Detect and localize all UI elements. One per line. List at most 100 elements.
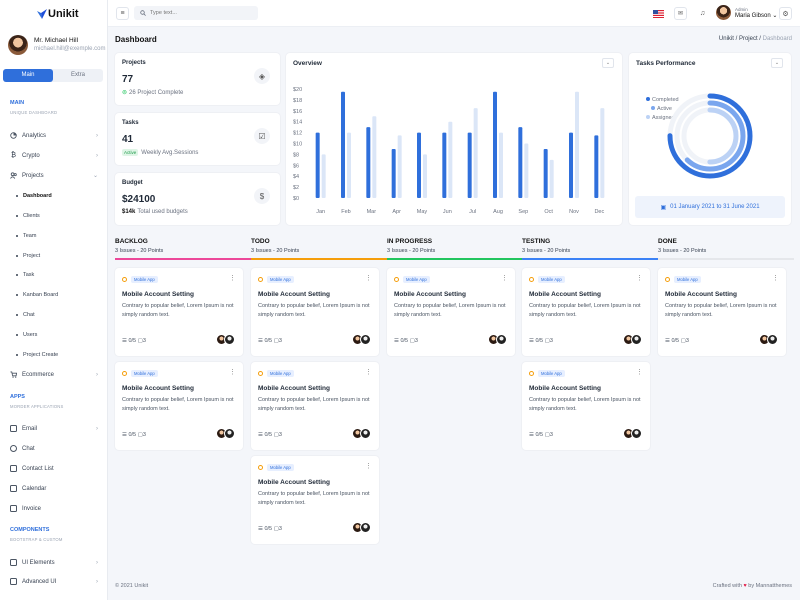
avatar: [360, 334, 371, 345]
bar: [594, 135, 599, 198]
sidebar-sub-task[interactable]: Task: [16, 272, 34, 278]
more-vertical-icon[interactable]: ⋮: [365, 462, 372, 470]
settings-button[interactable]: ⚙: [779, 7, 792, 20]
sidebar-item-calendar[interactable]: Calendar: [10, 485, 98, 492]
sidebar-item-email[interactable]: Email ›: [10, 425, 98, 432]
bar: [575, 91, 579, 198]
sidebar-item-projects[interactable]: Projects ⌄: [10, 172, 98, 179]
date-range-button[interactable]: ▣ 01 January 2021 to 31 June 2021: [635, 196, 785, 218]
task-card[interactable]: Mobile App ⋮ Mobile Account Setting Contrar…: [115, 268, 243, 356]
more-vertical-icon[interactable]: ⋮: [636, 274, 643, 282]
task-card[interactable]: Mobile App ⋮ Mobile Account Setting Contrar…: [387, 268, 515, 356]
breadcrumb-unikit[interactable]: Unikit: [719, 36, 734, 42]
more-vertical-icon[interactable]: ⋮: [636, 368, 643, 376]
sidebar-item-analytics[interactable]: Analytics ›: [10, 132, 98, 139]
more-vertical-icon[interactable]: ⋮: [772, 274, 779, 282]
sidebar-item-ecommerce[interactable]: Ecommerce ›: [10, 371, 98, 378]
overview-card: Overview ⌄ $0 $2 $4 $6 $8 $10 $12 $14 $16 $18 $20 J…: [286, 53, 622, 225]
menu-toggle-button[interactable]: ≡: [116, 7, 129, 20]
stat-value: $24100: [122, 194, 156, 205]
more-vertical-icon[interactable]: ⋮: [501, 274, 508, 282]
sidebar-item-invoice[interactable]: Invoice: [10, 505, 98, 512]
y-tick-label: $10: [293, 142, 302, 148]
search-box[interactable]: [134, 6, 258, 20]
task-card[interactable]: Mobile App ⋮ Mobile Account Setting Contrar…: [251, 362, 379, 450]
task-card[interactable]: Mobile App ⋮ Mobile Account Setting Contrar…: [251, 456, 379, 544]
task-card[interactable]: Mobile App ⋮ Mobile Account Setting Contrar…: [115, 362, 243, 450]
sidebar-item-advanced-ui[interactable]: Advanced UI ›: [10, 578, 98, 585]
cart-icon: [10, 371, 17, 378]
status-badge: Active: [122, 149, 139, 156]
mail-button[interactable]: ✉: [674, 7, 687, 20]
bar: [473, 108, 478, 198]
logo[interactable]: Unikit: [0, 0, 107, 28]
section-main-title: MAIN: [10, 100, 25, 106]
more-vertical-icon[interactable]: ⋮: [365, 274, 372, 282]
bar: [499, 132, 503, 198]
chevron-down-icon: ⌄: [92, 173, 98, 179]
task-assignees: [216, 428, 235, 439]
sidebar-sub-dashboard[interactable]: Dashboard: [16, 193, 52, 199]
column-divider: [658, 258, 794, 260]
x-tick-label: Feb: [341, 209, 350, 215]
tab-main[interactable]: Main: [3, 69, 53, 82]
task-card[interactable]: Mobile App ⋮ Mobile Account Setting Contrar…: [522, 268, 650, 356]
column-divider: [251, 258, 387, 260]
stat-card-tasks: Tasks 41 Active Weekly Avg.Sessions ☑: [115, 113, 280, 165]
user-profile[interactable]: Mr. Michael Hill michael.hill@exemple.com: [8, 35, 105, 55]
task-title: Mobile Account Setting: [529, 385, 601, 392]
task-assignees: [759, 334, 778, 345]
task-meta: ☰ 0/5 ▢3: [394, 338, 418, 344]
sidebar-sub-clients[interactable]: Clients: [16, 213, 40, 219]
task-tag: Mobile App: [122, 370, 158, 377]
language-flag-button[interactable]: [652, 7, 665, 20]
chevron-right-icon: ›: [96, 152, 98, 159]
task-card[interactable]: Mobile App ⋮ Mobile Account Setting Contrar…: [658, 268, 786, 356]
notifications-button[interactable]: ♫: [696, 7, 709, 20]
topbar-profile[interactable]: Admin Maria Gibson ⌄: [716, 5, 777, 20]
x-tick-label: Aug: [493, 209, 503, 215]
checklist-icon: ☰: [394, 338, 399, 344]
column-divider: [387, 258, 523, 260]
page-title: Dashboard: [115, 35, 157, 44]
column-title: DONE: [658, 238, 677, 245]
breadcrumb: Unikit / Project / Dashboard: [719, 36, 792, 42]
y-tick-label: $6: [293, 163, 299, 169]
sidebar-sub-project-create[interactable]: Project Create: [16, 352, 58, 358]
sidebar-item-contact-list[interactable]: Contact List: [10, 465, 98, 472]
tab-extra[interactable]: Extra: [53, 69, 103, 82]
x-tick-label: Mar: [367, 209, 377, 215]
task-card[interactable]: Mobile App ⋮ Mobile Account Setting Contrar…: [251, 268, 379, 356]
sidebar-sub-project[interactable]: Project: [16, 253, 40, 259]
stat-desc-bold: $14k: [122, 209, 136, 215]
more-vertical-icon[interactable]: ⋮: [229, 368, 236, 376]
sidebar-sub-users[interactable]: Users: [16, 332, 37, 338]
avatar: [8, 35, 28, 55]
column-title: TODO: [251, 238, 270, 245]
task-assignees: [488, 334, 507, 345]
chart-icon: [10, 132, 17, 139]
mail-icon: ✉: [677, 11, 684, 17]
task-card[interactable]: Mobile App ⋮ Mobile Account Setting Contrar…: [522, 362, 650, 450]
breadcrumb-separator: /: [735, 36, 738, 42]
kanban-column-header: TODO 3 Issues - 20 Points: [251, 238, 387, 260]
search-input[interactable]: [150, 10, 250, 16]
sidebar-sub-team[interactable]: Team: [16, 233, 36, 239]
more-vertical-icon[interactable]: ⋮: [365, 368, 372, 376]
section-apps-sub: MORDER APPLICATIONS: [10, 404, 64, 409]
sidebar-item-chat[interactable]: Chat: [10, 445, 98, 452]
stat-desc: $14k Total used budgets: [122, 209, 188, 215]
sidebar-item-ui-elements[interactable]: UI Elements ›: [10, 559, 98, 566]
task-checks: 0/5: [264, 526, 273, 532]
sidebar-item-crypto[interactable]: ₿ Crypto ›: [10, 152, 98, 159]
task-comments: 3: [414, 338, 418, 344]
tag-label: Mobile App: [267, 370, 294, 377]
bar: [366, 127, 371, 198]
more-vertical-icon[interactable]: ⋮: [229, 274, 236, 282]
section-components-sub: BOOTSTRAP & CUSTOM: [10, 537, 63, 542]
sidebar-sub-kanban[interactable]: Kanban Board: [16, 292, 58, 298]
y-tick-label: $4: [293, 174, 299, 180]
breadcrumb-project[interactable]: Project: [739, 36, 758, 42]
sidebar-sub-chat[interactable]: Chat: [16, 312, 35, 318]
task-description: Contrary to popular belief, Lorem Ipsum …: [258, 397, 370, 412]
